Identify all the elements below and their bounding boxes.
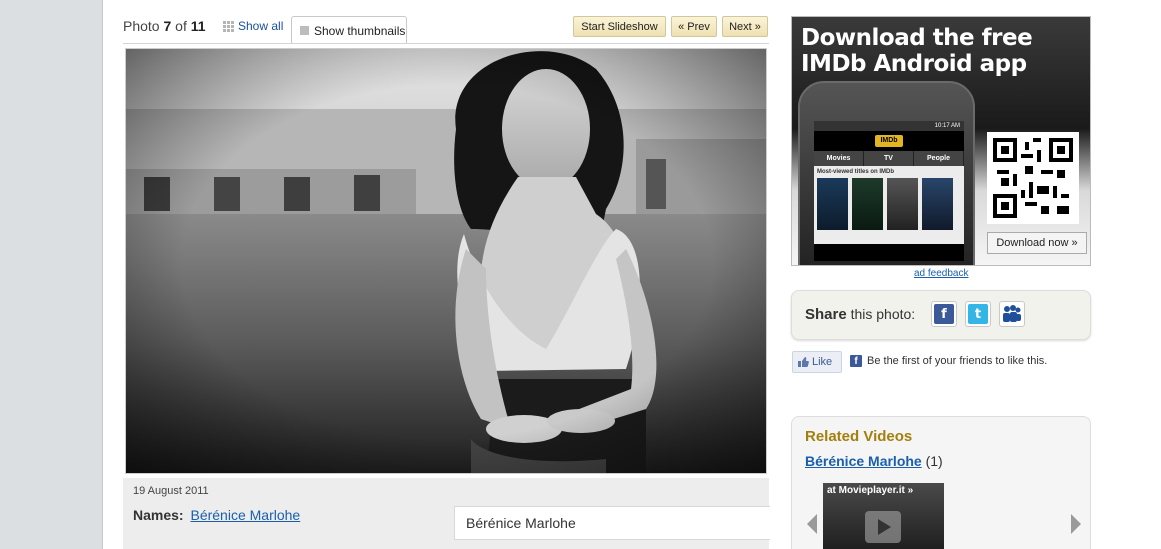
photo-caption: 19 August 2011 Names: Bérénice Marlohe B… [123, 478, 770, 549]
download-now-button[interactable]: Download now » [987, 232, 1087, 254]
ad-feedback-link[interactable]: ad feedback [914, 268, 969, 279]
tab-divider [123, 43, 769, 44]
carousel-prev-icon[interactable] [804, 512, 820, 536]
photo-total: 11 [190, 18, 206, 34]
app-tabs: Movies TV People [814, 151, 964, 166]
page-container: Photo 7 of 11 Show all Show thumbnails S… [102, 0, 1161, 549]
myspace-icon [1002, 304, 1022, 324]
qr-code-icon [987, 132, 1079, 224]
video-thumbnail[interactable]: at Movieplayer.it » [823, 483, 944, 549]
share-box: Share this photo: f t [791, 290, 1091, 340]
carousel-next-icon[interactable] [1068, 512, 1084, 536]
prev-button[interactable]: « Prev [671, 16, 717, 37]
most-viewed-panel: Most-viewed titles on IMDb [814, 166, 964, 244]
photo-current: 7 [163, 18, 172, 34]
thumbnails-icon [300, 26, 309, 35]
imdb-logo: IMDb [875, 135, 903, 147]
facebook-icon: f [934, 304, 954, 324]
names-label: Names: [133, 507, 184, 523]
related-videos-panel: Related Videos Bérénice Marlohe (1) at M… [791, 416, 1091, 549]
phone-status-bar: 10:17 AM [814, 121, 964, 131]
ad-headline: Download the free IMDb Android app [801, 25, 1033, 77]
photo-counter: Photo 7 of 11 [123, 18, 206, 34]
main-photo [125, 48, 767, 474]
facebook-like-button[interactable]: Like [792, 351, 842, 373]
phone-image: 10:17 AM IMDb Movies TV People Most-view… [798, 81, 975, 265]
start-slideshow-button[interactable]: Start Slideshow [573, 16, 666, 37]
related-name-link[interactable]: Bérénice Marlohe [805, 453, 922, 469]
photo-date: 19 August 2011 [133, 485, 209, 497]
video-source-label: at Movieplayer.it » [827, 485, 914, 496]
related-videos-row: Bérénice Marlohe (1) [805, 453, 943, 469]
grid-icon [223, 20, 234, 32]
names-row: Names: Bérénice Marlohe [133, 507, 300, 523]
show-all-link[interactable]: Show all [223, 19, 283, 33]
like-message: f Be the first of your friends to like t… [850, 355, 1047, 367]
play-icon [865, 511, 901, 543]
twitter-icon: t [968, 304, 988, 324]
name-link[interactable]: Bérénice Marlohe [190, 507, 300, 523]
facebook-share-button[interactable]: f [931, 301, 957, 327]
name-tag-box[interactable]: Bérénice Marlohe [454, 506, 770, 540]
next-button[interactable]: Next » [722, 16, 768, 37]
share-label: Share this photo: [805, 306, 916, 323]
thumbs-up-icon [798, 357, 809, 367]
related-videos-title: Related Videos [805, 428, 913, 445]
twitter-share-button[interactable]: t [965, 301, 991, 327]
show-thumbnails-tab[interactable]: Show thumbnails [291, 16, 407, 44]
myspace-share-button[interactable] [999, 301, 1025, 327]
android-app-ad[interactable]: Download the free IMDb Android app 10:17… [791, 16, 1091, 266]
facebook-icon: f [850, 355, 862, 367]
